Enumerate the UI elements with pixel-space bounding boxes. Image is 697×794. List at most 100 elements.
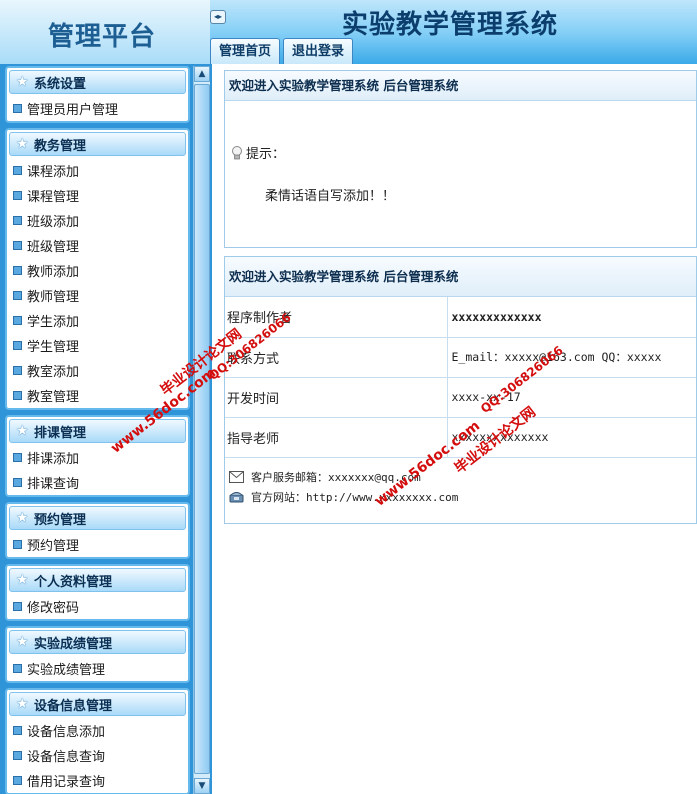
star-icon: ★ [16, 571, 29, 588]
menu-item[interactable]: 班级管理 [7, 233, 188, 258]
menu-group-header[interactable]: ★ 教务管理 [9, 132, 186, 156]
menu-item-label: 学生添加 [27, 315, 80, 330]
tab-logout[interactable]: 退出登录 [283, 38, 354, 64]
info-key: 指导老师 [225, 417, 448, 458]
menu-item-label: 班级管理 [27, 240, 80, 255]
tab-admin-home[interactable]: 管理首页 [210, 38, 281, 64]
menu-group-header[interactable]: ★ 系统设置 [9, 70, 186, 94]
menu-item[interactable]: 教师添加 [7, 258, 188, 283]
system-title: 实验教学管理系统 [342, 10, 559, 40]
info-value: E_mail：xxxxx@163.com QQ：xxxxx [447, 337, 696, 378]
square-bullet-icon [13, 391, 22, 400]
hint-label: 提示： [246, 147, 286, 162]
square-bullet-icon [13, 341, 22, 350]
menu-group-title: 系统设置 [34, 76, 87, 92]
hint: 提示： [231, 143, 285, 162]
menu-item-label: 修改密码 [27, 601, 80, 616]
menu-group: ★ 设备信息管理 设备信息添加设备信息查询 借用记录查询 [5, 688, 190, 794]
square-bullet-icon [13, 266, 22, 275]
header: 管理平台 ◂▸ 实验教学管理系统 管理首页 退出登录 [0, 0, 697, 64]
star-icon: ★ [16, 422, 29, 439]
sidebar-toggle-icon[interactable]: ◂▸ [210, 10, 226, 24]
menu-item[interactable]: 课程管理 [7, 183, 188, 208]
menu-group-title: 教务管理 [34, 138, 87, 154]
welcome-panel-title: 欢迎进入实验教学管理系统 后台管理系统 [225, 71, 696, 101]
square-bullet-icon [13, 316, 22, 325]
square-bullet-icon [13, 478, 22, 487]
menu-item[interactable]: 学生管理 [7, 333, 188, 358]
menu-item[interactable]: 排课添加 [7, 445, 188, 470]
menu-item[interactable]: 设备信息查询 [7, 743, 188, 768]
square-bullet-icon [13, 453, 22, 462]
menu-group-header[interactable]: ★ 预约管理 [9, 506, 186, 530]
info-key: 开发时间 [225, 377, 448, 418]
menu-item-label: 学生管理 [27, 340, 80, 355]
scroll-down-icon[interactable]: ▼ [194, 778, 210, 794]
menu-item[interactable]: 学生添加 [7, 308, 188, 333]
scrollbar-thumb[interactable] [194, 84, 210, 774]
menu-group-title: 排课管理 [34, 425, 87, 441]
square-bullet-icon [13, 540, 22, 549]
sidebar: ★ 系统设置管理员用户管理 ★ 教务管理课程添加课程管理班级添加班级管理教师添加教师管… [0, 64, 212, 794]
menu-item[interactable]: 预约管理 [7, 532, 188, 557]
menu-group-title: 预约管理 [34, 512, 87, 528]
menu-item[interactable]: 设备信息添加 [7, 718, 188, 743]
square-bullet-icon [13, 366, 22, 375]
square-bullet-icon [13, 751, 22, 760]
menu-item-label: 排课查询 [27, 477, 80, 492]
menu-group-header[interactable]: ★ 设备信息管理 [9, 692, 186, 716]
menu-item[interactable]: 课程添加 [7, 158, 188, 183]
menu-item-label: 班级添加 [27, 215, 80, 230]
website-row: 官方网站：http://www.xxxxxxxx.com [229, 487, 458, 507]
menu-group-header[interactable]: ★ 个人资料管理 [9, 568, 186, 592]
menu-item-label: 教室管理 [27, 390, 80, 405]
square-bullet-icon [13, 664, 22, 673]
square-bullet-icon [13, 726, 22, 735]
welcome-message: 柔情话语自写添加！！ [265, 189, 396, 204]
menu-group: ★ 排课管理排课添加排课查询 [5, 415, 190, 497]
square-bullet-icon [13, 216, 22, 225]
top-tabs: 管理首页 退出登录 [210, 38, 354, 64]
menu-item-label: 教师管理 [27, 290, 80, 305]
menu-item[interactable]: 借用记录查询 [7, 768, 188, 793]
sidebar-scrollbar[interactable]: ▲ ▼ [193, 66, 210, 794]
menu-item-label: 课程添加 [27, 165, 80, 180]
info-panel: 欢迎进入实验教学管理系统 后台管理系统 程序制作者 xxxxxxxxxxxxx … [224, 256, 697, 524]
star-icon: ★ [16, 135, 29, 152]
star-icon: ★ [16, 633, 29, 650]
square-bullet-icon [13, 191, 22, 200]
menu-item-label: 课程管理 [27, 190, 80, 205]
menu-group: ★ 系统设置管理员用户管理 [5, 66, 190, 123]
lightbulb-icon [232, 145, 242, 159]
phone-icon [229, 492, 244, 503]
main-content: 欢迎进入实验教学管理系统 后台管理系统 提示： 柔情话语自写添加！！ 欢迎进入实… [212, 64, 697, 794]
menu-group: ★ 预约管理 预约管理 [5, 502, 190, 559]
welcome-panel: 欢迎进入实验教学管理系统 后台管理系统 提示： 柔情话语自写添加！！ [224, 70, 697, 248]
menu-group-header[interactable]: ★ 实验成绩管理 [9, 630, 186, 654]
menu-item[interactable]: 教师管理 [7, 283, 188, 308]
star-icon: ★ [16, 509, 29, 526]
menu-item[interactable]: 管理员用户管理 [7, 96, 188, 121]
square-bullet-icon [13, 166, 22, 175]
menu-item-label: 设备信息查询 [27, 750, 106, 765]
table-row: 联系方式 E_mail：xxxxx@163.com QQ：xxxxx [225, 337, 696, 378]
menu-item-label: 教室添加 [27, 365, 80, 380]
menu-item[interactable]: 实验成绩管理 [7, 656, 188, 681]
menu-item-label: 借用记录查询 [27, 775, 106, 790]
square-bullet-icon [13, 241, 22, 250]
star-icon: ★ [16, 73, 29, 90]
menu-group-title: 实验成绩管理 [34, 636, 113, 652]
menu-item[interactable]: 班级添加 [7, 208, 188, 233]
website-line: 官方网站：http://www.xxxxxxxx.com [251, 491, 459, 504]
sidebar-menu: ★ 系统设置管理员用户管理 ★ 教务管理课程添加课程管理班级添加班级管理教师添加教师管… [5, 66, 190, 794]
menu-item[interactable]: 修改密码 [7, 594, 188, 619]
menu-item[interactable]: 排课查询 [7, 470, 188, 495]
scroll-up-icon[interactable]: ▲ [194, 66, 210, 82]
app-logo: 管理平台 [48, 22, 157, 52]
menu-item-label: 预约管理 [27, 539, 80, 554]
menu-group: ★ 个人资料管理修改密码 [5, 564, 190, 621]
square-bullet-icon [13, 602, 22, 611]
square-bullet-icon [13, 776, 22, 785]
square-bullet-icon [13, 291, 22, 300]
square-bullet-icon [13, 104, 22, 113]
